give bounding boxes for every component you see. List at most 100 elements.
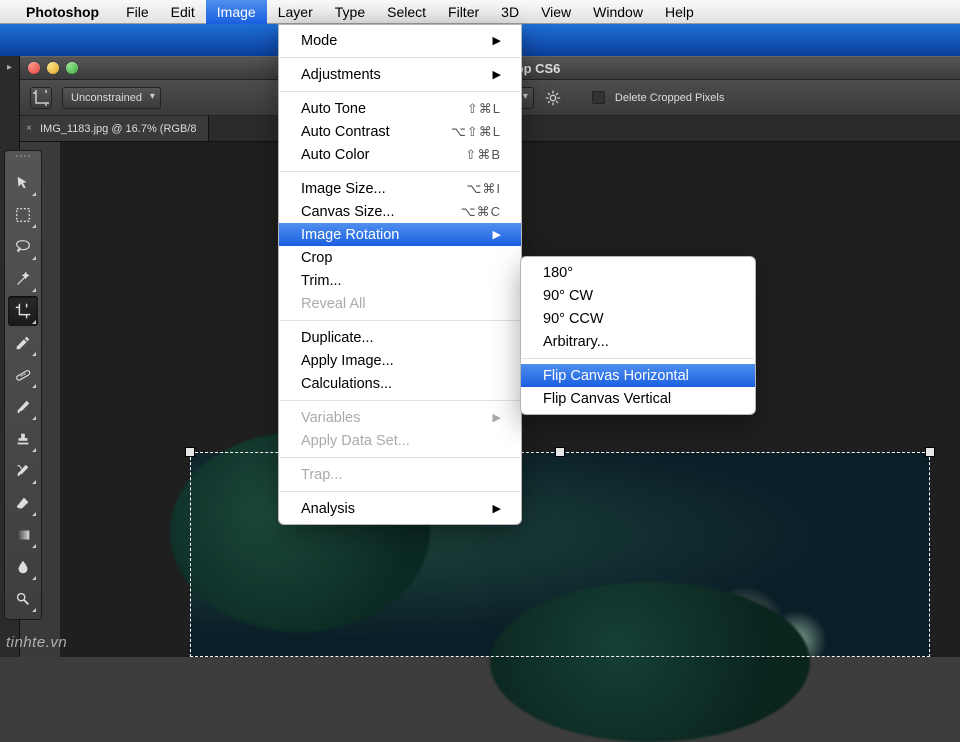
image-menu-analysis[interactable]: Analysis▶ [279, 497, 521, 520]
menu-shortcut: ⌥⌘I [466, 181, 501, 197]
submenu-arrow-icon: ▶ [493, 68, 501, 81]
menu-item-label: Mode [301, 33, 337, 49]
menu-item-label: 180° [543, 265, 573, 281]
image-menu-crop[interactable]: Crop [279, 246, 521, 269]
menu-help[interactable]: Help [654, 0, 705, 24]
gradient-tool[interactable] [8, 520, 38, 550]
document-tab-label: IMG_1183.jpg @ 16.7% (RGB/8 [40, 123, 196, 135]
submenu-arrow-icon: ▶ [493, 411, 501, 424]
rotation-menu-180[interactable]: 180° [521, 261, 755, 284]
crop-preset-dropdown[interactable]: Unconstrained [62, 87, 161, 109]
menu-item-label: Auto Color [301, 147, 370, 163]
menu-shortcut: ⌥⌘C [461, 204, 501, 220]
dodge-tool[interactable] [8, 584, 38, 614]
marquee-tool[interactable] [8, 200, 38, 230]
image-menu-auto-color[interactable]: Auto Color ⇧⌘B [279, 143, 521, 166]
crop-icon [14, 302, 32, 320]
crop-tool[interactable] [8, 296, 38, 326]
menu-shortcut: ⇧⌘B [465, 147, 501, 163]
menu-view[interactable]: View [530, 0, 582, 24]
menu-layer[interactable]: Layer [267, 0, 324, 24]
eyedropper-tool[interactable] [8, 328, 38, 358]
image-menu-calculations[interactable]: Calculations... [279, 372, 521, 395]
history-brush-tool[interactable] [8, 456, 38, 486]
rotation-menu-arbitrary[interactable]: Arbitrary... [521, 330, 755, 353]
close-button[interactable] [28, 62, 40, 74]
delete-cropped-label: Delete Cropped Pixels [615, 92, 724, 104]
menu-type[interactable]: Type [324, 0, 376, 24]
menu-edit[interactable]: Edit [160, 0, 206, 24]
menu-item-label: Image Rotation [301, 227, 399, 243]
move-icon [14, 174, 32, 192]
rotation-menu-flip-canvas-horizontal[interactable]: Flip Canvas Horizontal [521, 364, 755, 387]
image-menu-separator [280, 491, 520, 492]
image-menu-adjustments[interactable]: Adjustments▶ [279, 63, 521, 86]
zoom-button[interactable] [66, 62, 78, 74]
rotation-menu-90-ccw[interactable]: 90° CCW [521, 307, 755, 330]
menu-3d[interactable]: 3D [490, 0, 530, 24]
gear-icon[interactable] [544, 89, 562, 107]
toolbox[interactable] [4, 150, 42, 620]
app-name[interactable]: Photoshop [26, 4, 99, 20]
magic-wand-tool[interactable] [8, 264, 38, 294]
image-menu-separator [280, 400, 520, 401]
image-menu-canvas-size[interactable]: Canvas Size...⌥⌘C [279, 200, 521, 223]
image-menu-trim[interactable]: Trim... [279, 269, 521, 292]
healing-brush-tool[interactable] [8, 360, 38, 390]
image-menu-dropdown: Mode▶Adjustments▶Auto Tone⇧⌘LAuto Contra… [278, 24, 522, 525]
menu-window[interactable]: Window [582, 0, 654, 24]
image-menu-reveal-all: Reveal All [279, 292, 521, 315]
submenu-arrow-icon: ▶ [493, 228, 501, 241]
blur-tool[interactable] [8, 552, 38, 582]
move-tool[interactable] [8, 168, 38, 198]
close-tab-icon[interactable]: × [26, 123, 32, 134]
eraser-tool[interactable] [8, 488, 38, 518]
image-menu-image-rotation[interactable]: Image Rotation ▶ [279, 223, 521, 246]
crop-icon [31, 88, 51, 108]
toolbox-grip[interactable] [10, 155, 36, 163]
image-menu-mode[interactable]: Mode▶ [279, 29, 521, 52]
menu-item-label: Apply Image... [301, 353, 394, 369]
lasso-tool[interactable] [8, 232, 38, 262]
image-menu-apply-image[interactable]: Apply Image... [279, 349, 521, 372]
clone-stamp-tool[interactable] [8, 424, 38, 454]
watermark: tinhte.vn [6, 634, 67, 651]
crop-tool-preset-icon[interactable] [30, 87, 52, 109]
menu-item-label: Auto Tone [301, 101, 366, 117]
menu-file[interactable]: File [115, 0, 160, 24]
image-menu-auto-contrast[interactable]: Auto Contrast⌥⇧⌘L [279, 120, 521, 143]
menu-select[interactable]: Select [376, 0, 437, 24]
lasso-icon [14, 238, 32, 256]
rotation-menu-flip-canvas-vertical[interactable]: Flip Canvas Vertical [521, 387, 755, 410]
menu-item-label: Trap... [301, 467, 342, 483]
image-menu-apply-data-set: Apply Data Set... [279, 429, 521, 452]
image-menu-separator [280, 320, 520, 321]
minimize-button[interactable] [47, 62, 59, 74]
image-menu-image-size[interactable]: Image Size...⌥⌘I [279, 177, 521, 200]
menu-image[interactable]: Image [206, 0, 267, 24]
chevron-right-icon: ▸ [0, 56, 19, 73]
delete-cropped-checkbox[interactable] [592, 91, 605, 104]
menu-shortcut: ⌥⇧⌘L [451, 124, 501, 140]
dodge-icon [14, 590, 32, 608]
image-menu-separator [280, 457, 520, 458]
history-brush-icon [14, 462, 32, 480]
menu-item-label: Variables [301, 410, 360, 426]
menu-item-label: Flip Canvas Vertical [543, 391, 671, 407]
brush-icon [14, 398, 32, 416]
wand-icon [14, 270, 32, 288]
image-menu-separator [280, 171, 520, 172]
eraser-icon [14, 494, 32, 512]
bandage-icon [14, 366, 32, 384]
brush-tool[interactable] [8, 392, 38, 422]
gradient-icon [14, 526, 32, 544]
menu-item-label: Calculations... [301, 376, 392, 392]
image-menu-auto-tone[interactable]: Auto Tone ⇧⌘L [279, 97, 521, 120]
menu-item-label: Apply Data Set... [301, 433, 410, 449]
droplet-icon [14, 558, 32, 576]
rotation-menu-90-cw[interactable]: 90° CW [521, 284, 755, 307]
menu-filter[interactable]: Filter [437, 0, 490, 24]
image-menu-duplicate[interactable]: Duplicate... [279, 326, 521, 349]
menu-shortcut: ⇧⌘L [467, 101, 501, 117]
document-tab[interactable]: × IMG_1183.jpg @ 16.7% (RGB/8 [20, 116, 209, 141]
